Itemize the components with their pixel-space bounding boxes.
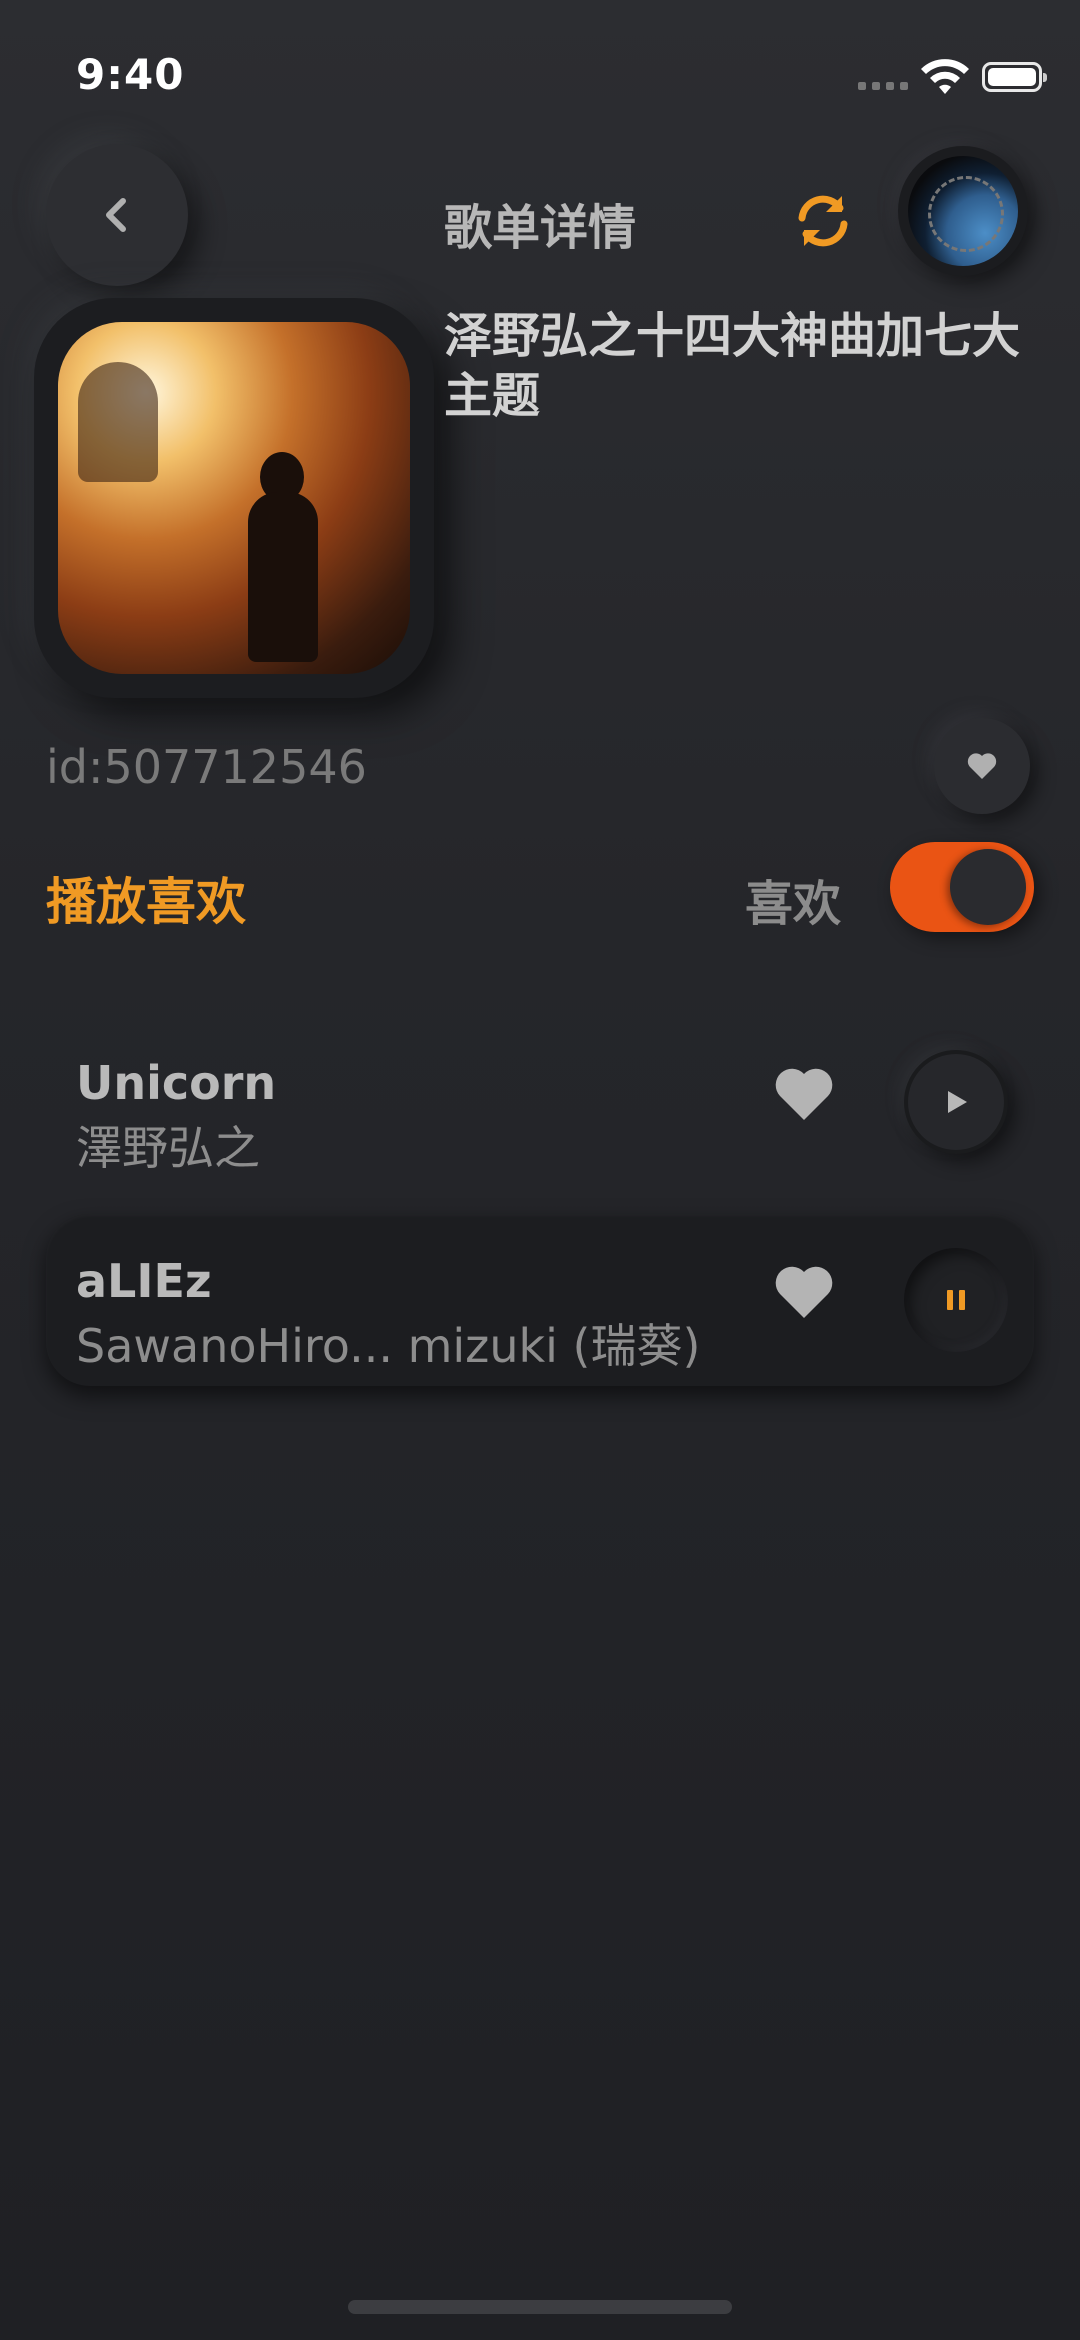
playlist-title: 泽野弘之十四大神曲加七大主题: [444, 308, 1021, 424]
song-artist: 澤野弘之: [76, 1121, 260, 1175]
heart-icon[interactable]: [774, 1066, 834, 1122]
heart-icon: [967, 753, 997, 779]
song-row[interactable]: Unicorn 澤野弘之: [46, 1016, 1034, 1188]
like-filter-label: 喜欢: [745, 876, 842, 932]
heart-icon[interactable]: [774, 1264, 834, 1320]
battery-icon: [982, 62, 1047, 92]
refresh-icon[interactable]: [792, 190, 854, 252]
song-artist: SawanoHiro... mizuki (瑞葵): [76, 1319, 701, 1373]
play-liked-button[interactable]: 播放喜欢: [46, 862, 246, 934]
header: 歌单详情: [0, 140, 1080, 290]
toggle-knob: [950, 849, 1026, 925]
user-avatar[interactable]: [898, 146, 1028, 276]
song-title: aLIEz: [76, 1254, 212, 1308]
home-indicator: [348, 2300, 732, 2314]
cover-art-image: [58, 322, 410, 674]
pause-button[interactable]: [904, 1248, 1008, 1352]
playlist-cover: [34, 298, 434, 698]
play-button[interactable]: [904, 1050, 1008, 1154]
avatar-image: [908, 156, 1018, 266]
pause-icon: [947, 1290, 965, 1310]
playlist-id: id:507712546: [46, 740, 367, 794]
song-title: Unicorn: [76, 1056, 277, 1110]
wifi-icon: [921, 59, 969, 94]
song-row-playing[interactable]: aLIEz SawanoHiro... mizuki (瑞葵): [46, 1214, 1034, 1386]
play-icon: [948, 1091, 967, 1113]
like-filter-toggle[interactable]: [890, 842, 1034, 932]
cellular-signal-icon: [858, 82, 908, 90]
status-time: 9:40: [76, 50, 185, 99]
favorite-playlist-button[interactable]: [934, 718, 1030, 814]
status-bar: 9:40: [0, 0, 1080, 140]
